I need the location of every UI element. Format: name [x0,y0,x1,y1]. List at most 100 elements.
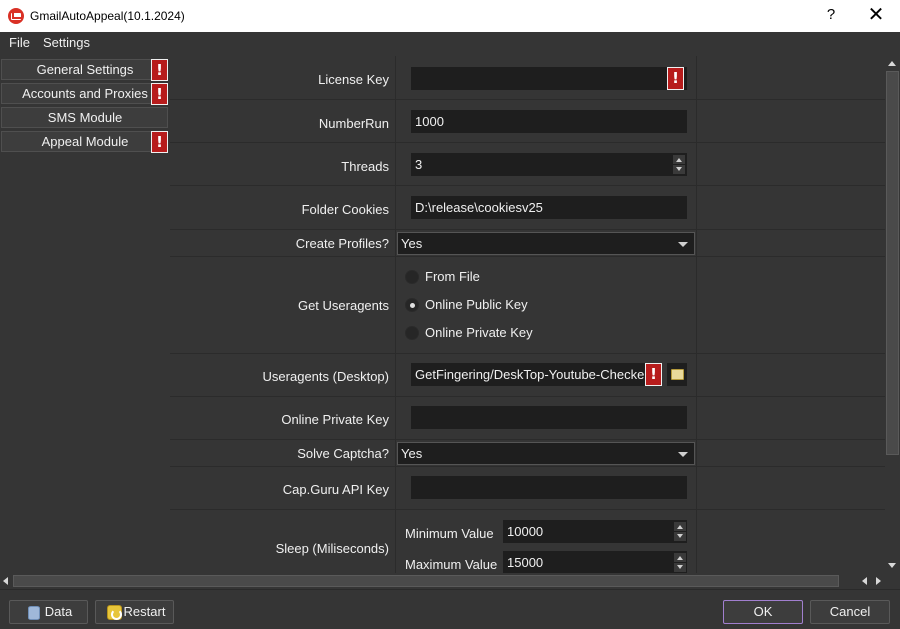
sidebar-item-label: General Settings [36,62,134,77]
radio-label: Online Private Key [425,325,533,340]
warning-icon: ! [151,59,168,81]
sidebar-item-label: Accounts and Proxies [22,86,148,101]
online-private-key-label: Online Private Key [281,412,389,427]
row-license-key: License Key ! [170,56,885,100]
restart-icon [107,605,122,620]
max-value-label: Maximum Value [405,557,498,572]
threads-stepper[interactable] [673,155,685,174]
vertical-scrollbar[interactable] [885,56,900,573]
row-solve-captcha: Solve Captcha? Yes [170,440,885,467]
solve-captcha-value: Yes [401,446,423,461]
warning-icon: ! [645,363,662,386]
cancel-button[interactable]: Cancel [810,600,890,624]
ok-button[interactable]: OK [723,600,803,624]
scroll-down-icon[interactable] [888,563,896,568]
database-icon [28,606,40,620]
radio-label: From File [425,269,480,284]
radio-icon [405,326,419,340]
window-title: GmailAutoAppeal(10.1.2024) [30,9,185,23]
sidebar-item-sms-module[interactable]: SMS Module [1,107,168,128]
radio-online-private-key[interactable]: Online Private Key [405,324,533,342]
solve-captcha-select[interactable]: Yes [397,442,695,465]
useragents-desktop-label: Useragents (Desktop) [262,369,389,384]
scroll-thumb[interactable] [886,71,899,455]
chevron-down-icon [678,242,688,247]
radio-icon [405,270,419,284]
settings-form: License Key ! NumberRun 1000 Threads 3 F… [170,56,885,573]
warning-icon: ! [667,67,684,90]
min-value-spinbox[interactable]: 10000 [503,520,687,543]
restart-button[interactable]: Restart [95,600,174,624]
close-button[interactable]: ✕ [866,4,886,26]
folder-cookies-label: Folder Cookies [301,202,389,217]
spin-up-icon[interactable] [674,522,686,531]
sidebar: General Settings ! Accounts and Proxies … [0,56,170,573]
row-capguru-api-key: Cap.Guru API Key [170,467,885,510]
menu-settings[interactable]: Settings [43,35,90,50]
radio-from-file[interactable]: From File [405,268,480,286]
sidebar-item-label: SMS Module [47,110,123,125]
chevron-down-icon [678,452,688,457]
scroll-left-icon[interactable] [3,577,8,585]
row-online-private-key: Online Private Key [170,397,885,440]
radio-checked-icon [405,298,419,312]
scroll-up-icon[interactable] [888,61,896,66]
threads-label: Threads [341,159,389,174]
row-get-useragents: Get Useragents From File Online Public K… [170,257,885,354]
gmail-app-icon [8,8,24,24]
sidebar-item-label: Appeal Module [41,134,129,149]
radio-label: Online Public Key [425,297,528,312]
spin-down-icon[interactable] [673,165,685,174]
spin-up-icon[interactable] [674,553,686,562]
scroll-right-icon[interactable] [876,577,881,585]
spin-down-icon[interactable] [674,563,686,572]
browse-file-button[interactable] [667,363,687,386]
number-run-label: NumberRun [318,116,389,131]
create-profiles-value: Yes [401,236,423,251]
folder-cookies-input[interactable]: D:\release\cookiesv25 [411,196,687,219]
license-key-label: License Key [318,72,389,87]
bottom-bar: Data Restart OK Cancel [0,589,900,629]
min-value-label: Minimum Value [405,526,494,541]
row-useragents-desktop: Useragents (Desktop) GetFingering/DeskTo… [170,354,885,397]
get-useragents-label: Get Useragents [297,298,389,313]
number-run-input[interactable]: 1000 [411,110,687,133]
max-value: 15000 [507,555,544,570]
help-button[interactable]: ? [824,6,838,23]
min-value: 10000 [507,524,544,539]
horizontal-scrollbar[interactable] [0,573,885,589]
row-threads: Threads 3 [170,143,885,186]
menu-bar: File Settings [0,32,900,54]
warning-icon: ! [151,131,168,153]
warning-icon: ! [151,83,168,105]
folder-icon [671,369,684,380]
row-sleep: Sleep (Miliseconds) Minimum Value 10000 … [170,510,885,573]
scroll-thumb[interactable] [13,575,839,587]
spin-up-icon[interactable] [673,155,685,164]
sleep-label: Sleep (Miliseconds) [275,541,389,556]
spin-down-icon[interactable] [674,532,686,541]
create-profiles-select[interactable]: Yes [397,232,695,255]
capguru-api-key-label: Cap.Guru API Key [282,482,389,497]
max-value-spinbox[interactable]: 15000 [503,551,687,573]
useragents-desktop-input[interactable]: GetFingering/DeskTop-Youtube-Checked. [411,363,645,386]
radio-online-public-key[interactable]: Online Public Key [405,296,528,314]
scroll-left-icon[interactable] [862,577,867,585]
sidebar-item-appeal-module[interactable]: Appeal Module ! [1,131,168,153]
online-private-key-input[interactable] [411,406,687,429]
threads-value: 3 [415,157,423,172]
menu-file[interactable]: File [9,35,30,50]
title-bar: GmailAutoAppeal(10.1.2024) ? ✕ [0,0,900,32]
capguru-api-key-input[interactable] [411,476,687,499]
threads-spinbox[interactable]: 3 [411,153,687,176]
row-create-profiles: Create Profiles? Yes [170,230,885,257]
sidebar-item-accounts-and-proxies[interactable]: Accounts and Proxies ! [1,83,168,105]
sidebar-item-general-settings[interactable]: General Settings ! [1,59,168,81]
row-number-run: NumberRun 1000 [170,100,885,143]
max-value-stepper[interactable] [674,553,686,572]
license-key-input[interactable] [411,67,687,90]
solve-captcha-label: Solve Captcha? [297,446,389,461]
min-value-stepper[interactable] [674,522,686,541]
create-profiles-label: Create Profiles? [295,236,389,251]
data-button[interactable]: Data [9,600,88,624]
